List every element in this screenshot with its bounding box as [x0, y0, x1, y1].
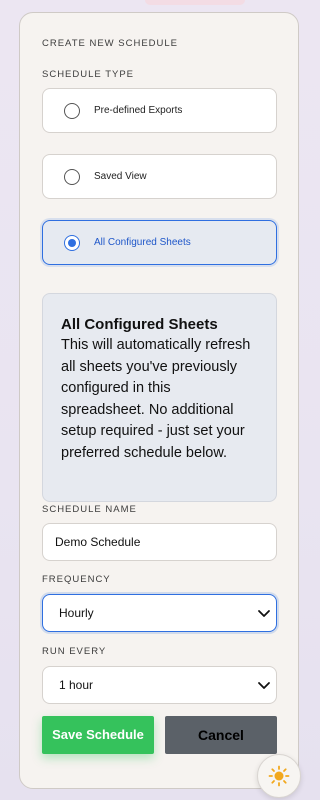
schedule-type-label: SCHEDULE TYPE	[42, 69, 135, 80]
radio-button-selected[interactable]	[64, 234, 80, 251]
chevron-down-icon	[258, 610, 270, 617]
sun-icon	[268, 765, 290, 787]
run-every-select[interactable]: 1 hour	[42, 666, 277, 704]
info-title: All Configured Sheets	[61, 316, 218, 333]
radio-button[interactable]	[64, 102, 80, 119]
option-label: Pre-defined Exports	[94, 105, 183, 116]
chevron-down-icon	[258, 682, 270, 689]
panel-title: CREATE NEW SCHEDULE	[42, 38, 179, 49]
cancel-button[interactable]: Cancel	[165, 716, 277, 754]
schedule-name-label: SCHEDULE NAME	[42, 504, 137, 515]
radio-button[interactable]	[64, 168, 80, 185]
option-label: All Configured Sheets	[94, 237, 191, 248]
create-schedule-panel: CREATE NEW SCHEDULE SCHEDULE TYPE Pre-de…	[19, 12, 299, 789]
schedule-name-value: Demo Schedule	[55, 535, 141, 549]
schedule-name-input[interactable]: Demo Schedule	[42, 523, 277, 561]
frequency-select[interactable]: Hourly	[42, 594, 277, 632]
option-saved-view[interactable]: Saved View	[42, 154, 277, 199]
save-schedule-button[interactable]: Save Schedule	[42, 716, 154, 754]
frequency-value: Hourly	[59, 606, 94, 620]
theme-toggle-button[interactable]	[257, 754, 301, 798]
option-predefined-exports[interactable]: Pre-defined Exports	[42, 88, 277, 133]
top-decoration	[145, 0, 245, 5]
frequency-label: FREQUENCY	[42, 574, 111, 585]
info-box: All Configured Sheets This will automati…	[42, 293, 277, 502]
run-every-value: 1 hour	[59, 678, 94, 692]
option-label: Saved View	[94, 171, 147, 182]
option-all-configured-sheets[interactable]: All Configured Sheets	[42, 220, 277, 265]
run-every-label: RUN EVERY	[42, 646, 107, 657]
info-text: This will automatically refresh all shee…	[61, 337, 251, 461]
